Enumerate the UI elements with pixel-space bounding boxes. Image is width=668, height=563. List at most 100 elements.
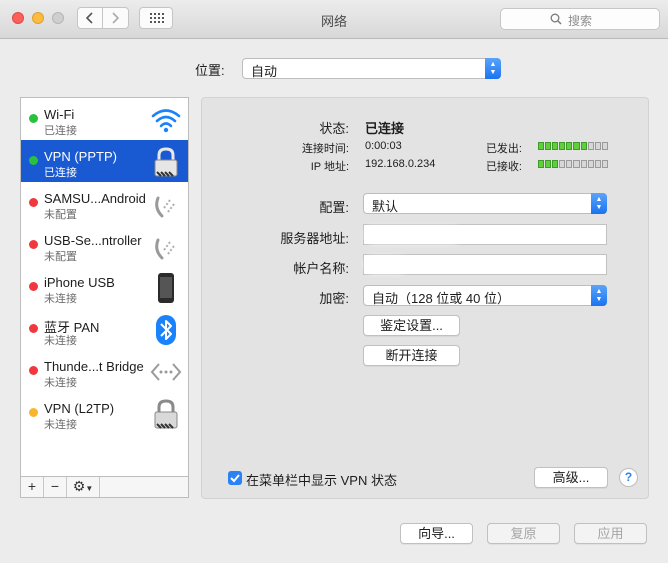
service-item-thunderbolt-bridge[interactable]: Thunde...t Bridge 未连接 (21, 350, 188, 392)
meter-segment (566, 142, 573, 150)
phone-dock-icon (155, 196, 175, 218)
remove-service-button[interactable]: − (44, 477, 67, 497)
popup-arrows-icon: ▲ ▼ (591, 193, 607, 214)
meter-segment (580, 142, 587, 150)
service-item-wifi[interactable]: Wi-Fi 已连接 (21, 98, 188, 140)
status-value: 已连接 (365, 121, 405, 136)
config-label: 配置: (319, 200, 349, 215)
service-status: 未连接 (44, 293, 77, 305)
phone-dock-icon (155, 238, 175, 260)
meter-segment (573, 160, 580, 168)
redacted-value (368, 230, 458, 240)
authentication-settings-button[interactable]: 鉴定设置... (363, 315, 460, 336)
service-item-usb-controller[interactable]: USB-Se...ntroller 未配置 (21, 224, 188, 266)
assist-me-button[interactable]: 向导... (400, 523, 473, 544)
server-address-field[interactable] (363, 224, 607, 245)
status-dot (29, 408, 38, 417)
service-item-bluetooth-pan[interactable]: 蓝牙 PAN 未连接 (21, 308, 188, 350)
location-popup[interactable]: 自动 ▲ ▼ (242, 58, 501, 79)
status-dot (29, 282, 38, 291)
status-label: 状态: (319, 121, 349, 136)
encryption-popup[interactable]: 自动（128 位或 40 位） ▲ ▼ (363, 285, 607, 306)
status-dot (29, 240, 38, 249)
server-address-label: 服务器地址: (280, 231, 349, 246)
connect-time-value: 0:00:03 (365, 140, 402, 152)
meter-segment (545, 142, 552, 150)
meter-segment (594, 160, 601, 168)
encryption-value: 自动（128 位或 40 位） (372, 291, 510, 306)
config-value: 默认 (372, 199, 399, 214)
meter-segment (587, 142, 594, 150)
apply-button[interactable]: 应用 (574, 523, 647, 544)
service-list-toolbar: + − ⚙▼ (20, 477, 189, 498)
meter-segment (559, 160, 566, 168)
service-name: USB-Se...ntroller (44, 233, 142, 248)
status-dot (29, 366, 38, 375)
search-field[interactable]: 搜索 (500, 8, 660, 30)
meter-segment (601, 160, 608, 168)
service-name: VPN (L2TP) (44, 401, 115, 416)
received-meter (538, 160, 608, 168)
help-button[interactable]: ? (619, 468, 638, 487)
service-item-vpn-l2tp[interactable]: VPN (L2TP) 未连接 (21, 392, 188, 434)
meter-segment (580, 160, 587, 168)
disconnect-button[interactable]: 断开连接 (363, 345, 460, 366)
location-label: 位置: (195, 63, 225, 78)
service-item-iphone-usb[interactable]: iPhone USB 未连接 (21, 266, 188, 308)
sent-label: 已发出: (485, 143, 522, 155)
meter-segment (552, 142, 559, 150)
search-icon (550, 13, 562, 25)
revert-button[interactable]: 复原 (487, 523, 560, 544)
account-name-label: 帐户名称: (293, 261, 349, 276)
meter-segment (594, 142, 601, 150)
wifi-icon (151, 109, 181, 133)
status-dot (29, 198, 38, 207)
popup-arrows-icon: ▲ ▼ (485, 58, 501, 79)
service-status: 未配置 (44, 209, 77, 221)
service-item-vpn-pptp[interactable]: VPN (PPTP) 已连接 (21, 140, 188, 182)
meter-segment (545, 160, 552, 168)
service-item-samsung-android[interactable]: SAMSU...Android 未配置 (21, 182, 188, 224)
gear-icon: ⚙ (72, 478, 86, 494)
redacted-value (368, 260, 404, 270)
popup-arrows-icon: ▲ ▼ (591, 285, 607, 306)
meter-segment (552, 160, 559, 168)
ip-address-value: 192.168.0.234 (365, 158, 436, 170)
chevron-down-icon: ▼ (85, 484, 94, 493)
config-popup[interactable]: 默认 ▲ ▼ (363, 193, 607, 214)
service-name: Thunde...t Bridge (44, 359, 144, 374)
connect-time-label: 连接时间: (301, 143, 349, 155)
location-value: 自动 (251, 64, 278, 79)
gear-menu-button[interactable]: ⚙▼ (67, 477, 100, 497)
service-name: Wi-Fi (44, 107, 75, 122)
service-name: SAMSU...Android (44, 191, 146, 206)
service-status: 已连接 (44, 125, 77, 137)
meter-segment (601, 142, 608, 150)
meter-segment (559, 142, 566, 150)
service-name: iPhone USB (44, 275, 115, 290)
add-service-button[interactable]: + (21, 477, 44, 497)
sent-meter (538, 142, 608, 150)
meter-segment (538, 160, 545, 168)
lock-icon (154, 147, 178, 177)
received-label: 已接收: (485, 161, 522, 173)
show-vpn-status-checkbox[interactable] (228, 471, 242, 485)
thunderbolt-bridge-icon (150, 363, 182, 381)
service-name: VPN (PPTP) (44, 149, 117, 164)
lock-icon (154, 399, 178, 429)
account-name-field[interactable] (363, 254, 607, 275)
status-dot (29, 156, 38, 165)
status-dot (29, 324, 38, 333)
advanced-button[interactable]: 高级... (534, 467, 608, 488)
search-placeholder: 搜索 (568, 14, 593, 28)
checkmark-icon (230, 474, 240, 483)
iphone-icon (158, 273, 174, 303)
service-list[interactable]: Wi-Fi 已连接 VPN (PPTP) 已连接 SAMSU...Android… (20, 97, 189, 477)
service-status: 已连接 (44, 167, 77, 179)
service-status: 未连接 (44, 377, 77, 389)
service-status: 未连接 (44, 419, 77, 431)
meter-segment (587, 160, 594, 168)
meter-segment (538, 142, 545, 150)
service-status: 未配置 (44, 251, 77, 263)
status-dot (29, 114, 38, 123)
